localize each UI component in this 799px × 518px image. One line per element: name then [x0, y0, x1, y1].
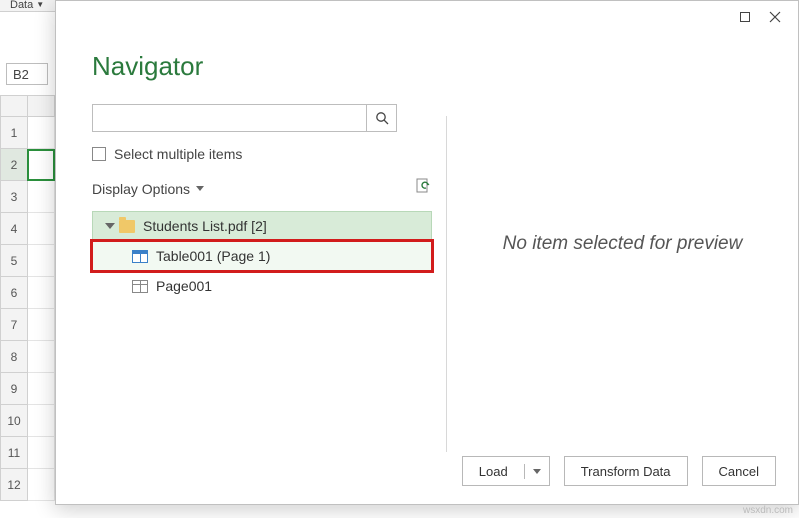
display-options-dropdown[interactable]: Display Options [92, 181, 204, 197]
table-icon [132, 250, 148, 263]
refresh-icon [416, 178, 432, 194]
name-box-value: B2 [13, 67, 29, 82]
row-header[interactable]: 3 [0, 181, 28, 213]
watermark: wsxdn.com [743, 505, 793, 516]
close-button[interactable] [760, 3, 790, 31]
load-button[interactable]: Load [463, 464, 525, 479]
select-multiple-label: Select multiple items [114, 146, 242, 162]
transform-data-button[interactable]: Transform Data [564, 456, 688, 486]
tree-item-table001[interactable]: Table001 (Page 1) [92, 241, 432, 271]
cancel-label: Cancel [719, 464, 759, 479]
tree-item-label: Page001 [156, 278, 212, 294]
tree-item-page001[interactable]: Page001 [92, 271, 432, 301]
row-header[interactable]: 8 [0, 341, 28, 373]
cell[interactable] [28, 149, 55, 181]
preview-empty-text: No item selected for preview [503, 233, 743, 255]
row-header[interactable]: 4 [0, 213, 28, 245]
chevron-down-icon: ▼ [36, 0, 44, 9]
search-icon [375, 111, 389, 125]
cell[interactable] [28, 181, 55, 213]
row-header[interactable]: 2 [0, 149, 28, 181]
cell[interactable] [28, 309, 55, 341]
folder-icon [119, 220, 135, 233]
cell[interactable] [28, 117, 55, 149]
load-button-group: Load [462, 456, 550, 486]
row-header[interactable]: 1 [0, 117, 28, 149]
cell[interactable] [28, 437, 55, 469]
chevron-down-icon [533, 469, 541, 474]
cell[interactable] [28, 245, 55, 277]
cell[interactable] [28, 469, 55, 501]
refresh-button[interactable] [416, 178, 432, 199]
cell[interactable] [28, 373, 55, 405]
dialog-titlebar [56, 1, 798, 33]
cell[interactable] [28, 341, 55, 373]
ribbon-tab-label: Data [10, 0, 33, 11]
row-header[interactable]: 11 [0, 437, 28, 469]
dialog-button-row: Load Transform Data Cancel [462, 456, 776, 486]
preview-pane: No item selected for preview [447, 104, 798, 464]
source-tree: Students List.pdf [2] Table001 (Page 1) … [92, 211, 432, 301]
row-header[interactable]: 5 [0, 245, 28, 277]
transform-label: Transform Data [581, 464, 671, 479]
row-header[interactable]: 9 [0, 373, 28, 405]
load-dropdown[interactable] [525, 469, 549, 474]
dialog-title: Navigator [56, 33, 798, 104]
chevron-down-icon [196, 186, 204, 191]
restore-button[interactable] [730, 3, 760, 31]
page-icon [132, 280, 148, 293]
cell[interactable] [28, 213, 55, 245]
search-button[interactable] [366, 105, 396, 131]
cancel-button[interactable]: Cancel [702, 456, 776, 486]
navigator-dialog: Navigator Select multiple items [55, 0, 799, 505]
tree-root-label: Students List.pdf [2] [143, 218, 267, 234]
row-header[interactable]: 6 [0, 277, 28, 309]
tree-item-label: Table001 (Page 1) [156, 248, 270, 264]
close-icon [769, 11, 781, 23]
cell[interactable] [28, 405, 55, 437]
select-multiple-checkbox[interactable]: Select multiple items [92, 146, 446, 162]
restore-icon [739, 11, 751, 23]
row-header[interactable]: 12 [0, 469, 28, 501]
cell[interactable] [28, 277, 55, 309]
name-box[interactable]: B2 [6, 63, 48, 85]
display-options-label: Display Options [92, 181, 190, 197]
search-box [92, 104, 397, 132]
checkbox-icon [92, 147, 106, 161]
expand-icon [105, 223, 115, 229]
column-header-A[interactable] [28, 95, 55, 117]
select-all-corner[interactable] [0, 95, 28, 117]
row-header[interactable]: 7 [0, 309, 28, 341]
tree-root-pdf[interactable]: Students List.pdf [2] [92, 211, 432, 241]
navigator-left-pane: Select multiple items Display Options [56, 104, 446, 464]
search-input[interactable] [93, 111, 366, 126]
load-label: Load [479, 464, 508, 479]
row-header[interactable]: 10 [0, 405, 28, 437]
